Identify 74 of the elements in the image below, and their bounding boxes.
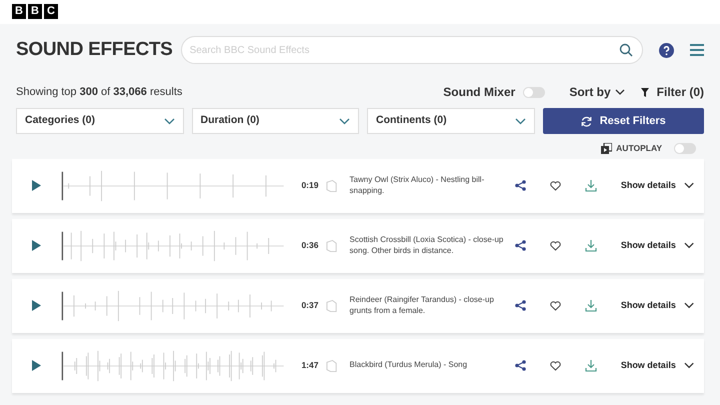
chevron-down-icon bbox=[684, 182, 694, 190]
logo-letter: B bbox=[12, 4, 26, 19]
results-count: Showing top 300 of 33,066 results bbox=[16, 84, 182, 100]
filter-dropdown[interactable]: Categories (0) bbox=[16, 108, 184, 134]
share-button[interactable] bbox=[514, 360, 526, 372]
track-duration: 1:47 bbox=[300, 359, 318, 372]
autoplay-toggle[interactable] bbox=[674, 142, 696, 154]
chevron-down-icon bbox=[514, 118, 526, 124]
show-details-button[interactable]: Show details bbox=[620, 359, 676, 372]
menu-icon bbox=[690, 44, 704, 56]
chevron-down-icon bbox=[614, 89, 625, 95]
download-icon bbox=[584, 300, 597, 312]
chevron-down-icon bbox=[164, 118, 174, 124]
share-icon bbox=[514, 180, 526, 192]
play-button[interactable] bbox=[32, 360, 41, 372]
play-icon bbox=[32, 180, 41, 192]
track-description: Reindeer (Raingifer Tarandus) - close-up grunts from a female. bbox=[350, 294, 495, 317]
show-details-button[interactable]: Show details bbox=[620, 239, 676, 252]
help-button[interactable] bbox=[659, 42, 674, 58]
sound-mixer-label: Sound Mixer bbox=[443, 84, 516, 101]
favourite-button[interactable] bbox=[550, 180, 561, 191]
reset-filters-button[interactable]: Reset Filters bbox=[542, 108, 704, 134]
track-duration: 0:36 bbox=[300, 239, 318, 252]
download-icon bbox=[584, 180, 597, 192]
share-button[interactable] bbox=[514, 180, 526, 192]
share-icon bbox=[514, 240, 526, 252]
track-description: Tawny Owl (Strix Aluco) - Nestling bill-snapping. bbox=[350, 174, 486, 197]
playlist-icon bbox=[601, 142, 612, 154]
heart-icon bbox=[550, 240, 561, 251]
play-icon bbox=[32, 240, 41, 252]
chevron-down-icon bbox=[684, 302, 694, 310]
filter-button[interactable]: Filter (0) bbox=[640, 88, 704, 96]
share-icon bbox=[514, 300, 526, 312]
favourite-button[interactable] bbox=[550, 360, 561, 371]
share-button[interactable] bbox=[514, 300, 526, 312]
download-button[interactable] bbox=[584, 360, 597, 372]
download-button[interactable] bbox=[584, 180, 597, 192]
autoplay-label: AUTOPLAY bbox=[616, 142, 662, 155]
share-icon bbox=[514, 360, 526, 372]
site-title: SOUND EFFECTS bbox=[16, 38, 173, 62]
play-button[interactable] bbox=[32, 300, 41, 312]
show-details-button[interactable]: Show details bbox=[620, 179, 676, 192]
chevron-down-icon bbox=[684, 362, 694, 370]
sound-mixer-toggle[interactable] bbox=[523, 86, 546, 98]
search-icon bbox=[619, 43, 633, 57]
download-icon bbox=[584, 360, 597, 372]
favourite-button[interactable] bbox=[550, 240, 561, 251]
play-icon bbox=[32, 300, 41, 312]
refresh-icon bbox=[580, 116, 592, 126]
heart-icon bbox=[550, 180, 561, 191]
heart-icon bbox=[550, 300, 561, 311]
logo-letter: B bbox=[28, 4, 42, 19]
play-button[interactable] bbox=[32, 180, 41, 192]
chevron-down-icon bbox=[684, 242, 694, 250]
filter-dropdown[interactable]: Duration (0) bbox=[192, 108, 359, 134]
menu-button[interactable] bbox=[690, 44, 704, 56]
download-button[interactable] bbox=[584, 240, 597, 252]
show-details-button[interactable]: Show details bbox=[620, 299, 676, 312]
share-button[interactable] bbox=[514, 240, 526, 252]
filter-icon bbox=[640, 88, 649, 96]
track-duration: 0:19 bbox=[300, 179, 318, 192]
track-description: Blackbird (Turdus Merula) - Song bbox=[350, 360, 468, 372]
chevron-down-icon bbox=[339, 118, 350, 124]
logo-letter: C bbox=[44, 4, 58, 19]
favourite-button[interactable] bbox=[550, 300, 561, 311]
heart-icon bbox=[550, 360, 561, 371]
filter-dropdown[interactable]: Continents (0) bbox=[367, 108, 534, 134]
download-button[interactable] bbox=[584, 300, 597, 312]
play-button[interactable] bbox=[32, 240, 41, 252]
track-description: Scottish Crossbill (Loxia Scotica) - close-up song. Other birds in distance. bbox=[350, 234, 504, 257]
help-icon bbox=[659, 42, 674, 58]
track-duration: 0:37 bbox=[300, 299, 318, 312]
download-icon bbox=[584, 240, 597, 252]
play-icon bbox=[32, 360, 41, 372]
